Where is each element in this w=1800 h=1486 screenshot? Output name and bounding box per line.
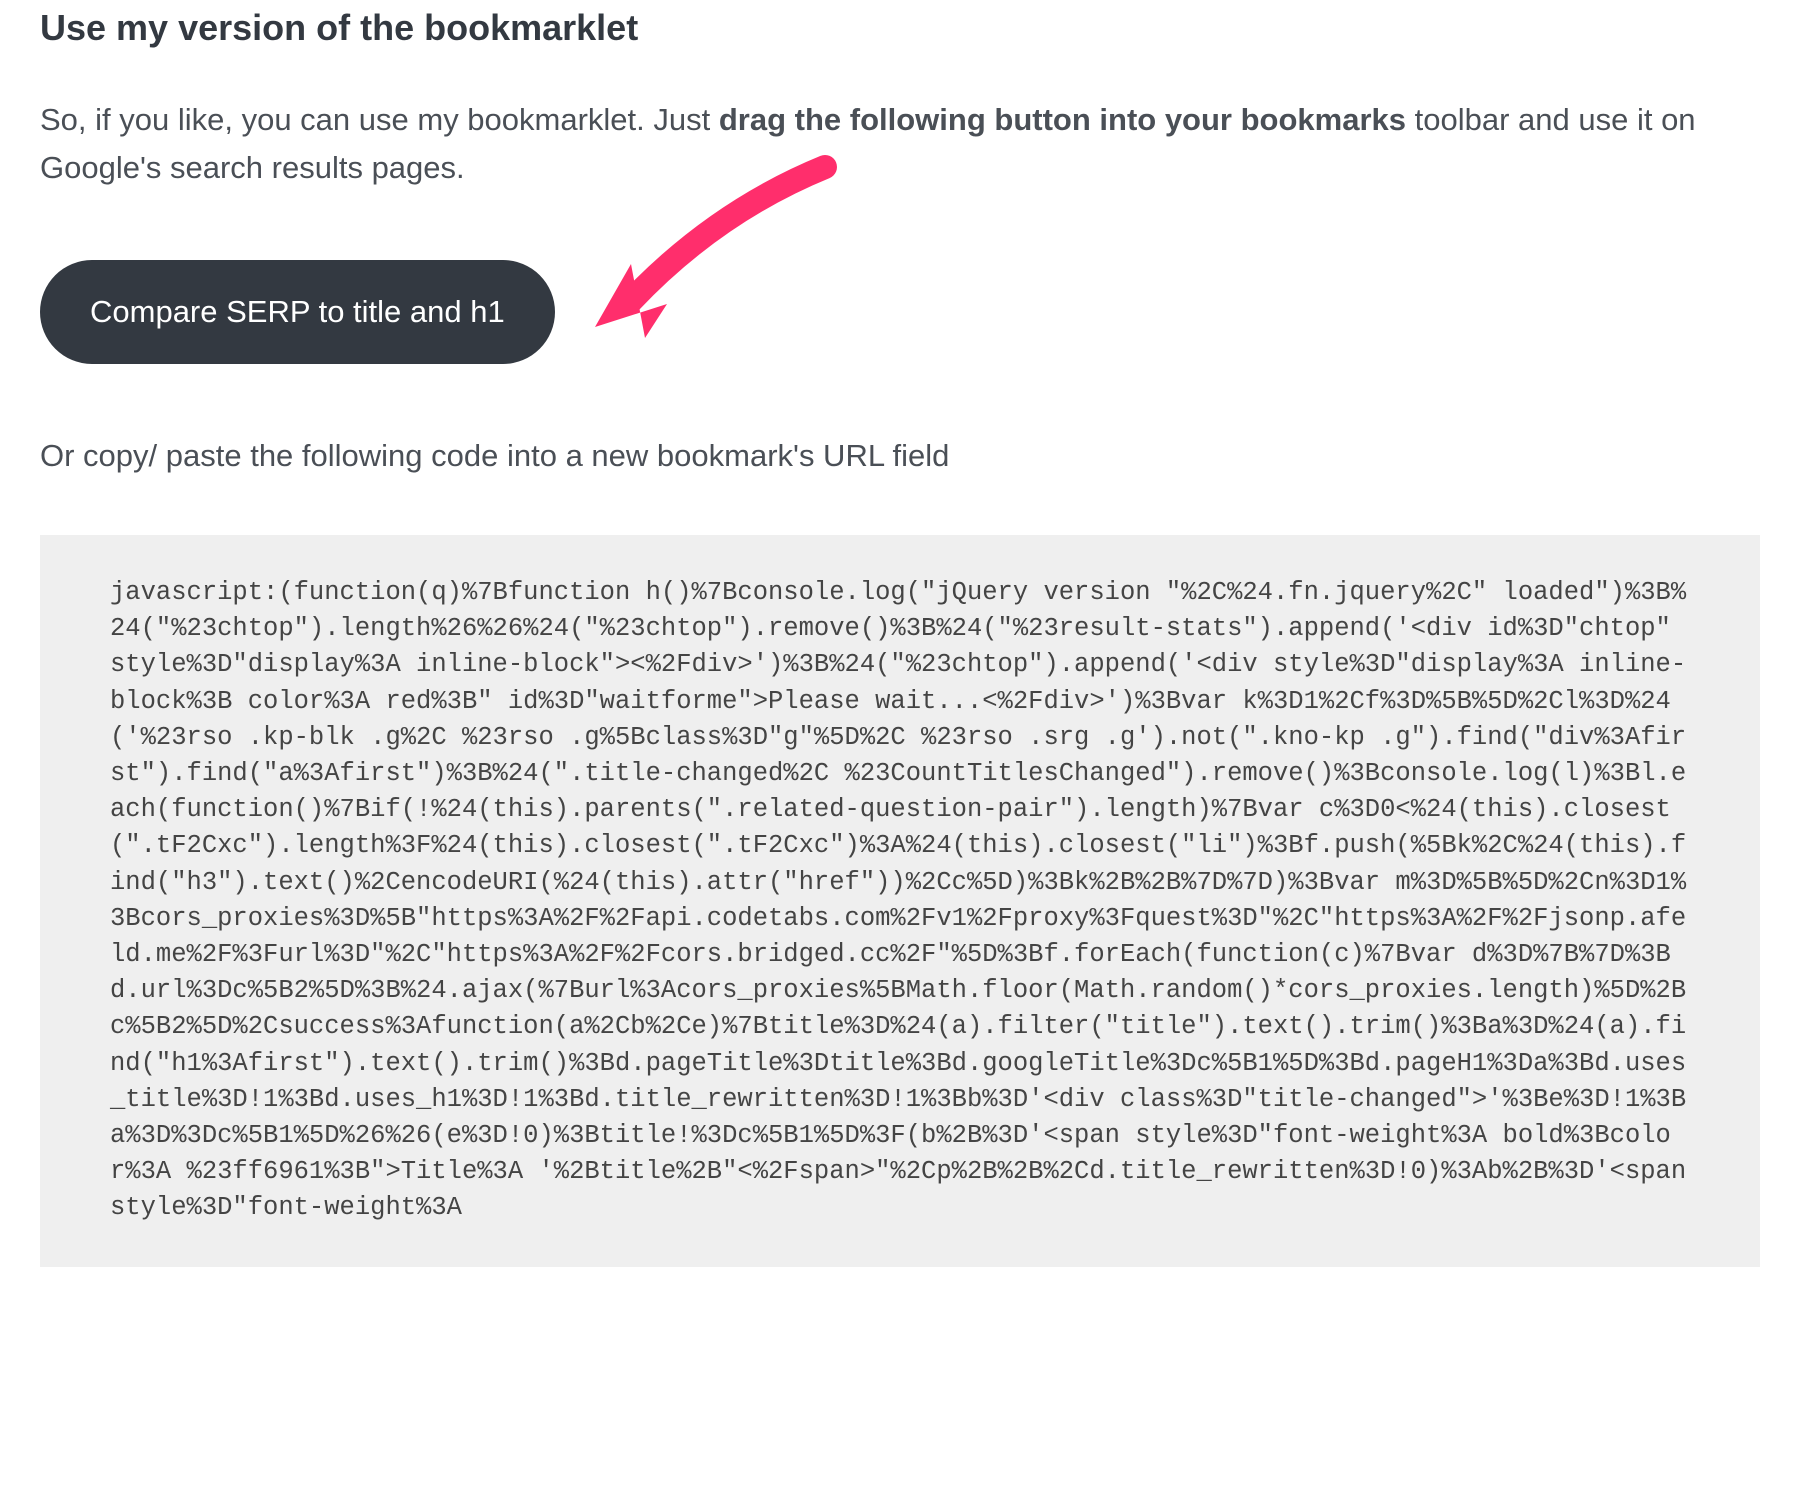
copy-paste-instruction: Or copy/ paste the following code into a…	[40, 432, 1760, 480]
pointer-arrow	[585, 242, 885, 382]
section-heading: Use my version of the bookmarklet	[40, 0, 1760, 56]
intro-paragraph: So, if you like, you can use my bookmark…	[40, 96, 1760, 192]
intro-text-pre: So, if you like, you can use my bookmark…	[40, 102, 719, 137]
arrow-icon	[575, 152, 875, 352]
intro-text-bold: drag the following button into your book…	[719, 102, 1406, 137]
bookmarklet-button[interactable]: Compare SERP to title and h1	[40, 260, 555, 364]
code-block: javascript:(function(q)%7Bfunction h()%7…	[40, 535, 1760, 1267]
bookmarklet-row: Compare SERP to title and h1	[40, 242, 1760, 382]
